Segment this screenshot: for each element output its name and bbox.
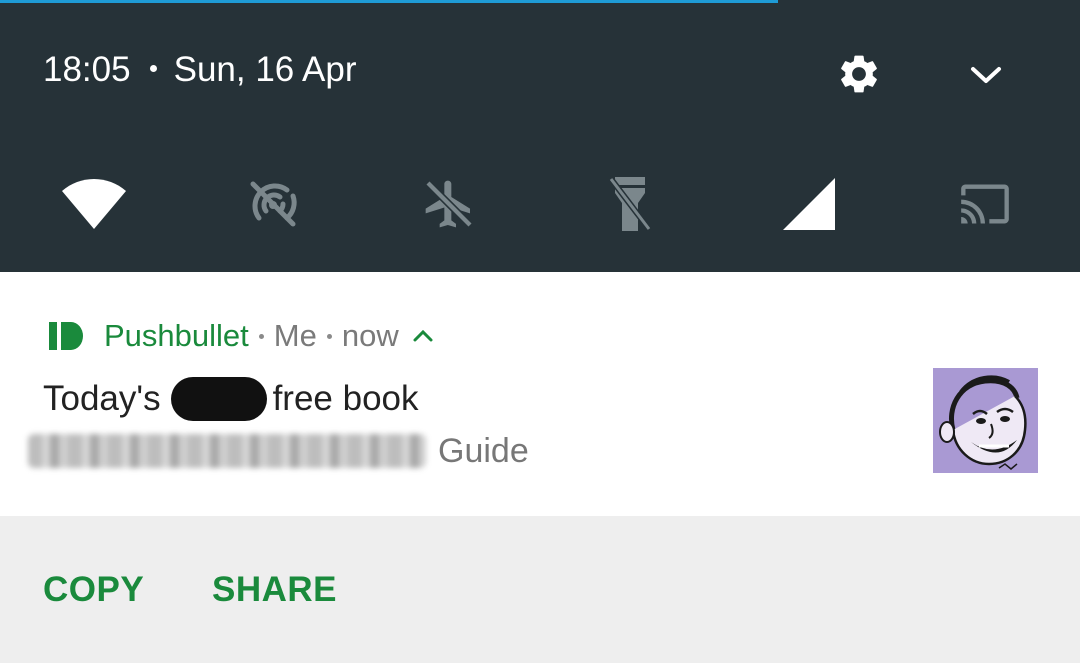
notification-actions: COPY SHARE [0,516,1080,663]
pushbullet-logo-icon [49,322,83,350]
airplane-icon [425,180,473,228]
settings-button[interactable] [833,48,885,100]
expand-button[interactable] [960,50,1012,100]
signal-icon [783,178,835,230]
date-time-line: 18:05 Sun, 16 Apr [43,48,357,92]
notification-title: Today's free book [43,376,419,422]
separator-dot [326,333,332,339]
notification-shade-header: 18:05 Sun, 16 Apr [0,0,1080,272]
title-prefix: Today's [43,379,161,418]
notification-header: Pushbullet Me now [49,314,435,358]
gear-icon [841,55,877,93]
app-name: Pushbullet [104,318,249,353]
hotspot-tile[interactable] [239,172,307,236]
hotspot-off-icon [250,181,297,227]
separator-dot [258,333,264,339]
text-suffix: Guide [438,431,529,470]
clock-time: 18:05 [43,50,131,89]
chevron-up-icon[interactable] [411,328,435,344]
copy-button[interactable]: COPY [43,568,144,612]
chevron-down-icon [971,67,1001,83]
progress-bar [0,0,778,3]
flashlight-icon [608,177,652,231]
flashlight-tile[interactable] [596,172,664,236]
notification-text: Guide [28,429,529,473]
redacted-text [28,434,426,468]
cast-icon [961,184,1009,224]
redacted-word [170,377,267,421]
separator-dot [149,64,157,72]
caricature-avatar [933,368,1038,473]
date-text: Sun, 16 Apr [173,50,357,89]
notification-thumbnail [933,368,1038,473]
cellular-tile[interactable] [774,172,842,236]
notification-card[interactable]: Pushbullet Me now Today's free book Guid… [0,272,1080,516]
wifi-icon [62,179,126,229]
notification-time: now [341,318,399,353]
share-button[interactable]: SHARE [212,568,337,612]
sender-name: Me [273,318,317,353]
airplane-tile[interactable] [415,172,483,236]
wifi-tile[interactable] [60,172,128,236]
title-suffix: free book [272,379,419,418]
cast-tile[interactable] [951,172,1019,236]
